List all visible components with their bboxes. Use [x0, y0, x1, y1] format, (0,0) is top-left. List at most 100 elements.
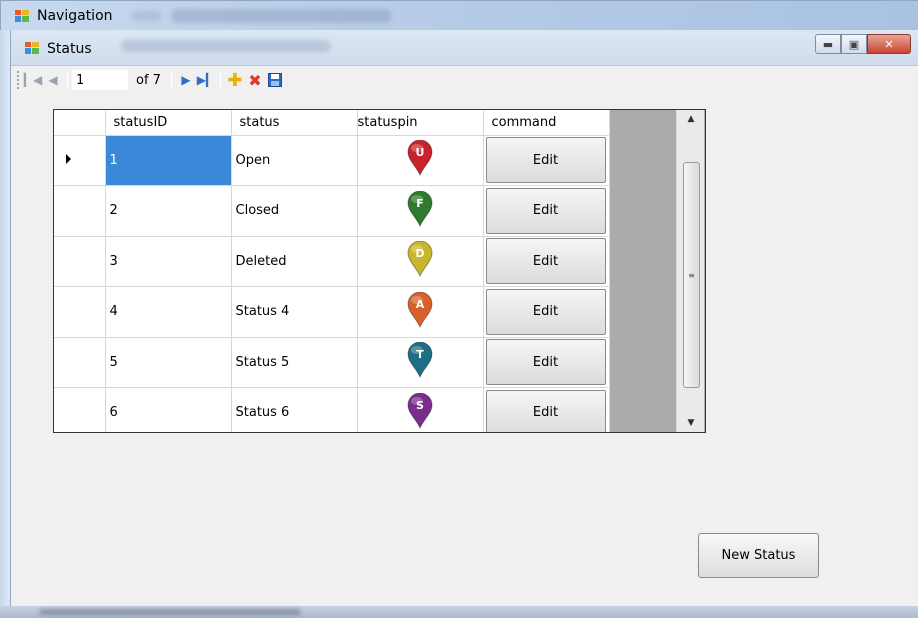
cell-status[interactable]: Status 6 — [231, 387, 358, 432]
cell-command: Edit — [483, 135, 610, 186]
cell-statusid[interactable]: 6 — [105, 387, 232, 432]
move-previous-icon: ◀ — [48, 73, 58, 87]
move-first-button[interactable]: ▎◀ — [23, 70, 43, 90]
table-row[interactable]: 5 Status 5 T Edit — [54, 337, 610, 388]
pin-letter: U — [416, 146, 425, 159]
new-status-button[interactable]: New Status — [698, 533, 819, 578]
navigation-window-title: Navigation — [37, 8, 113, 24]
app-icon — [15, 10, 29, 22]
cell-statuspin[interactable]: U — [357, 135, 484, 186]
cell-command: Edit — [483, 286, 610, 338]
cell-statusid[interactable]: 4 — [105, 286, 232, 338]
pin-letter: A — [416, 298, 425, 311]
header-row: statusID status statuspin command — [54, 110, 610, 136]
chevron-up-icon: ▲ — [687, 114, 695, 124]
row-header[interactable] — [54, 337, 106, 388]
save-icon — [267, 73, 282, 87]
map-pin-icon: U — [407, 140, 433, 177]
cell-statusid[interactable]: 2 — [105, 185, 232, 237]
app-icon — [25, 42, 39, 54]
map-pin-icon: F — [407, 190, 433, 227]
maximize-button[interactable]: ▣ — [841, 34, 867, 54]
corner-header[interactable] — [54, 110, 106, 136]
table-row[interactable]: 1 Open U Edit — [54, 135, 610, 186]
cell-command: Edit — [483, 337, 610, 388]
cell-status[interactable]: Closed — [231, 185, 358, 237]
table-row[interactable]: 3 Deleted D Edit — [54, 236, 610, 287]
table-row[interactable]: 2 Closed F Edit — [54, 185, 610, 237]
column-header-status[interactable]: status — [231, 110, 358, 136]
edit-button[interactable]: Edit — [485, 137, 606, 184]
cell-statusid[interactable]: 5 — [105, 337, 232, 388]
count-label: of 7 — [136, 72, 161, 88]
navigation-titlebar: Navigation — [1, 1, 918, 31]
binding-navigator: ▎◀ ◀ of 7 ▶ ▶▎ ✚ ✖ — [11, 66, 918, 94]
minimize-icon: ▬ — [822, 37, 834, 51]
position-input[interactable] — [72, 70, 128, 90]
row-header[interactable] — [54, 185, 106, 237]
row-header[interactable] — [54, 387, 106, 432]
pin-letter: D — [415, 247, 424, 260]
cell-command: Edit — [483, 236, 610, 287]
current-row-arrow-icon — [66, 153, 71, 164]
cell-statuspin[interactable]: T — [357, 337, 484, 388]
chevron-down-icon: ▼ — [687, 418, 695, 428]
cell-status[interactable]: Deleted — [231, 236, 358, 287]
edit-button[interactable]: Edit — [485, 238, 606, 285]
edit-button[interactable]: Edit — [485, 339, 606, 386]
status-table: statusID status statuspin command 1 Open U… — [54, 110, 610, 432]
close-button[interactable]: ✕ — [867, 34, 911, 54]
cell-statusid[interactable]: 1 — [105, 135, 232, 186]
grid-vertical-scrollbar[interactable]: ▲ ≡ ▼ — [676, 110, 704, 432]
status-grid[interactable]: statusID status statuspin command 1 Open U… — [53, 109, 706, 433]
edit-button[interactable]: Edit — [485, 187, 606, 234]
map-pin-icon: D — [407, 241, 433, 278]
row-header[interactable] — [54, 135, 106, 186]
cell-statuspin[interactable]: D — [357, 236, 484, 287]
save-button[interactable] — [265, 70, 285, 90]
move-previous-button[interactable]: ◀ — [43, 70, 63, 90]
row-header[interactable] — [54, 286, 106, 338]
row-header[interactable] — [54, 236, 106, 287]
add-new-button[interactable]: ✚ — [225, 69, 245, 91]
pin-letter: F — [416, 197, 424, 210]
scroll-thumb[interactable]: ≡ — [683, 162, 700, 388]
add-icon: ✚ — [227, 69, 243, 91]
table-row[interactable]: 4 Status 4 A Edit — [54, 286, 610, 338]
map-pin-icon: A — [407, 291, 433, 328]
cell-statuspin[interactable]: S — [357, 387, 484, 432]
map-pin-icon: S — [407, 392, 433, 429]
move-last-icon: ▶▎ — [196, 73, 216, 87]
table-row[interactable]: 6 Status 6 S Edit — [54, 387, 610, 432]
cell-status[interactable]: Status 5 — [231, 337, 358, 388]
move-last-button[interactable]: ▶▎ — [196, 70, 216, 90]
window-controls: ▬ ▣ ✕ — [815, 34, 911, 54]
close-icon: ✕ — [884, 37, 894, 51]
column-header-statuspin[interactable]: statuspin — [357, 110, 484, 136]
cell-command: Edit — [483, 387, 610, 432]
status-titlebar: Status ▬ ▣ ✕ — [11, 30, 918, 66]
pin-letter: S — [416, 399, 424, 412]
cell-statusid[interactable]: 3 — [105, 236, 232, 287]
cell-status[interactable]: Status 4 — [231, 286, 358, 338]
minimize-button[interactable]: ▬ — [815, 34, 841, 54]
delete-button[interactable]: ✖ — [245, 70, 265, 90]
cell-statuspin[interactable]: A — [357, 286, 484, 338]
column-header-command[interactable]: command — [483, 110, 610, 136]
status-window-title: Status — [47, 41, 92, 57]
maximize-icon: ▣ — [848, 37, 860, 51]
move-first-icon: ▎◀ — [23, 73, 43, 87]
move-next-icon: ▶ — [181, 73, 191, 87]
move-next-button[interactable]: ▶ — [176, 70, 196, 90]
grip-icon: ≡ — [688, 270, 695, 280]
column-header-statusid[interactable]: statusID — [105, 110, 232, 136]
pin-letter: T — [416, 348, 424, 361]
map-pin-icon: T — [407, 342, 433, 379]
cell-command: Edit — [483, 185, 610, 237]
edit-button[interactable]: Edit — [485, 389, 606, 432]
scroll-down-button[interactable]: ▼ — [677, 414, 705, 432]
scroll-up-button[interactable]: ▲ — [677, 110, 705, 128]
edit-button[interactable]: Edit — [485, 288, 606, 335]
cell-status[interactable]: Open — [231, 135, 358, 186]
cell-statuspin[interactable]: F — [357, 185, 484, 237]
